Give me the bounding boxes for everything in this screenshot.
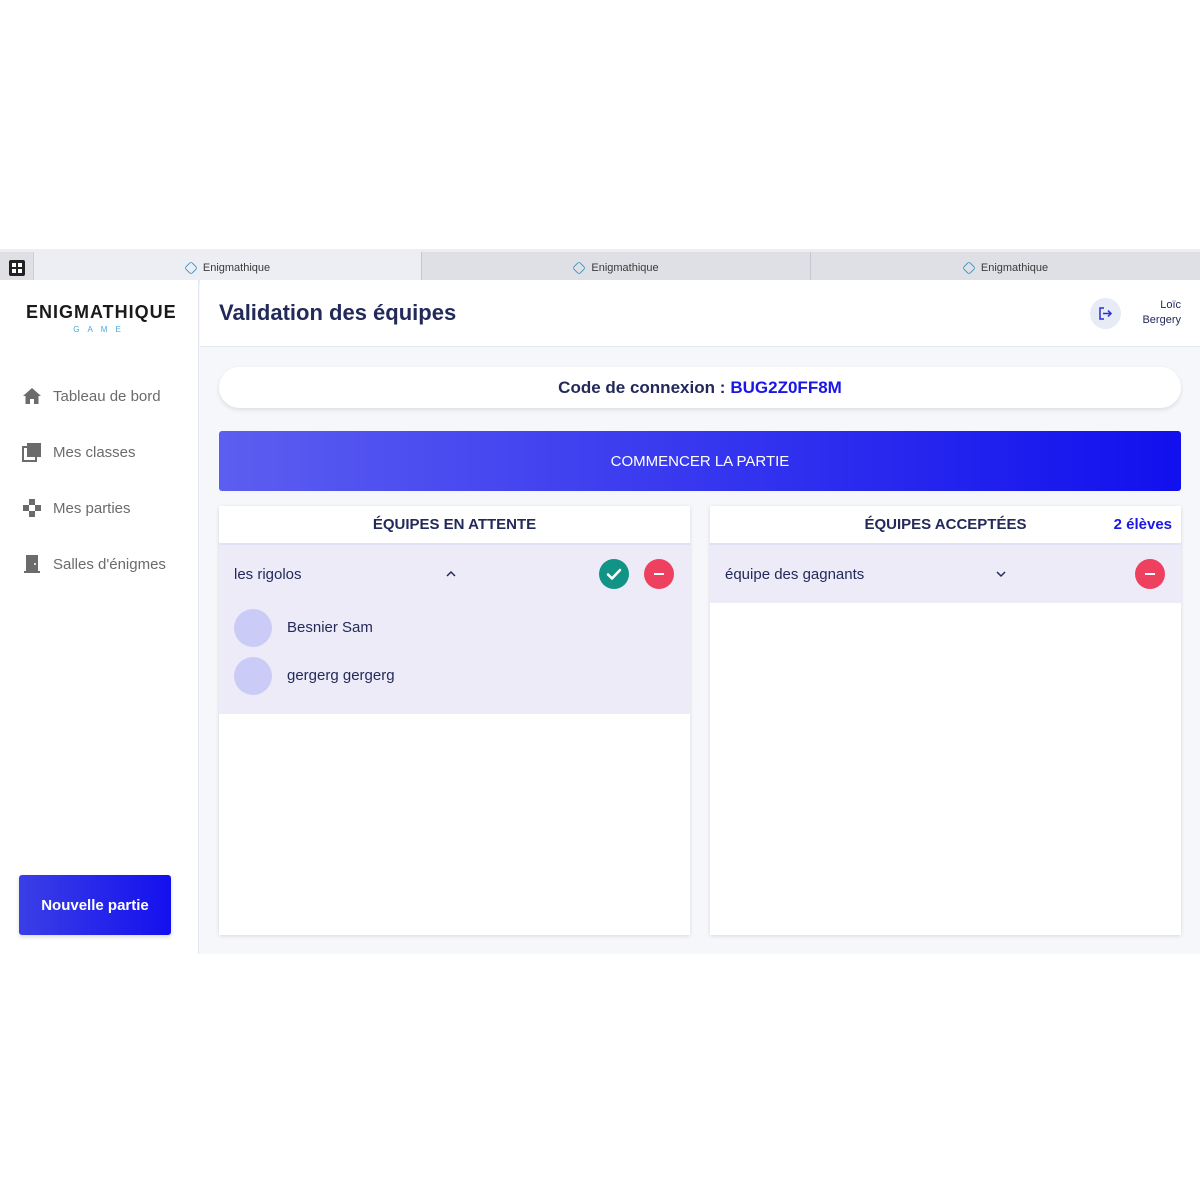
app-favicon-icon: [962, 260, 976, 275]
team-row[interactable]: les rigolos: [219, 545, 690, 603]
member-name: Besnier Sam: [287, 619, 373, 636]
student-count: 2 élèves: [1113, 516, 1172, 533]
sidebar-item-label: Mes parties: [53, 499, 131, 517]
tab-label: Enigmathique: [980, 261, 1049, 274]
library-icon: [22, 442, 42, 462]
accept-team-button[interactable]: [599, 559, 629, 589]
team-member: gergerg gergerg: [219, 652, 690, 714]
panel-title: ÉQUIPES EN ATTENTE: [219, 506, 690, 545]
page-title: Validation des équipes: [219, 300, 457, 325]
sidebar-item-tableau-de-bord[interactable]: Tableau de bord: [22, 381, 161, 411]
remove-team-button[interactable]: [1135, 559, 1165, 589]
sidebar-item-label: Tableau de bord: [53, 387, 161, 405]
tab-label: Enigmathique: [202, 261, 271, 274]
avatar: [234, 608, 272, 647]
avatar: [234, 657, 272, 695]
waiting-teams-panel: ÉQUIPES EN ATTENTE les rigolos Besnier S…: [219, 506, 690, 935]
browser-tab-bar: Enigmathique Enigmathique Enigmathique: [0, 249, 1200, 283]
tab-enigmathique-3[interactable]: Enigmathique: [811, 252, 1200, 283]
panel-title: ÉQUIPES ACCEPTÉES: [864, 516, 1027, 533]
logout-icon: [1099, 307, 1113, 320]
team-name: équipe des gagnants: [725, 565, 865, 583]
tab-enigmathique-2[interactable]: Enigmathique: [422, 252, 811, 283]
remove-team-button[interactable]: [644, 559, 674, 589]
user-name[interactable]: Loïc Bergery: [1142, 298, 1181, 328]
tab-label: Enigmathique: [591, 261, 659, 274]
panel-header: ÉQUIPES ACCEPTÉES 2 élèves: [710, 506, 1181, 545]
team-member: Besnier Sam: [219, 603, 690, 652]
chevron-up-icon[interactable]: [441, 564, 461, 584]
connection-code-bar: Code de connexion : BUG2Z0FF8M: [219, 367, 1181, 408]
new-game-button[interactable]: Nouvelle partie: [19, 875, 171, 935]
connection-code-value: BUG2Z0FF8M: [730, 377, 842, 397]
check-icon: [606, 568, 622, 580]
home-icon: [22, 386, 42, 406]
sidebar-item-salles-d-enigmes[interactable]: Salles d'énigmes: [22, 549, 166, 579]
chevron-down-icon[interactable]: [991, 564, 1011, 584]
sidebar: ENIGMATHIQUE GAME Tableau de bord Mes cl…: [0, 280, 199, 954]
tab-enigmathique-1[interactable]: Enigmathique: [34, 252, 422, 283]
logo[interactable]: ENIGMATHIQUE GAME: [26, 302, 176, 334]
member-name: gergerg gergerg: [287, 667, 395, 684]
team-card: les rigolos Besnier Sam gergerg gergerg: [219, 545, 690, 714]
app-favicon-icon: [184, 260, 198, 275]
sidebar-item-label: Mes classes: [53, 443, 136, 461]
logo-text: ENIGMATHIQUE: [26, 302, 177, 322]
connection-code-label: Code de connexion :: [558, 377, 726, 397]
door-icon: [22, 554, 42, 574]
sidebar-item-label: Salles d'énigmes: [53, 555, 166, 573]
start-game-button[interactable]: COMMENCER LA PARTIE: [219, 431, 1181, 491]
logo-subtext: GAME: [73, 325, 129, 334]
team-row[interactable]: équipe des gagnants: [710, 545, 1181, 603]
sidebar-item-mes-parties[interactable]: Mes parties: [22, 493, 131, 523]
accepted-teams-panel: ÉQUIPES ACCEPTÉES 2 élèves équipe des ga…: [710, 506, 1181, 935]
app-window: Enigmathique Enigmathique Enigmathique E…: [0, 249, 1200, 954]
team-card: équipe des gagnants: [710, 545, 1181, 603]
tab-menu-icon[interactable]: [0, 252, 34, 283]
logout-button[interactable]: [1090, 298, 1121, 329]
team-name: les rigolos: [234, 565, 302, 583]
page-header: Validation des équipes Loïc Bergery: [200, 280, 1200, 347]
app-favicon-icon: [572, 260, 587, 275]
user-first-name: Loïc: [1160, 299, 1181, 311]
user-last-name: Bergery: [1142, 314, 1181, 326]
sidebar-item-mes-classes[interactable]: Mes classes: [22, 437, 136, 467]
gamepad-icon: [22, 498, 42, 518]
